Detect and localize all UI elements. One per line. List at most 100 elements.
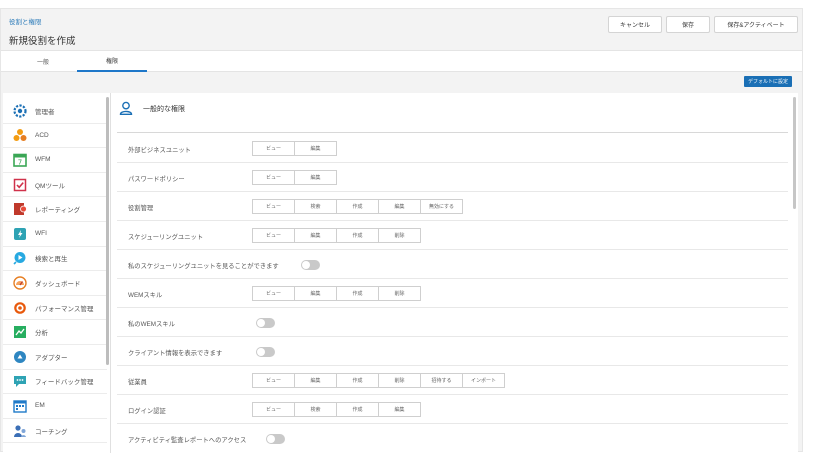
- permission-label: 従業員: [128, 379, 147, 386]
- sidebar-item-coaching[interactable]: コーチング: [3, 419, 107, 444]
- acd-icon: [12, 127, 28, 143]
- dashboard-icon: [12, 275, 28, 291]
- adapter-icon: [12, 349, 28, 365]
- search-button[interactable]: 検索: [294, 199, 337, 214]
- permissions-panel: 一般的な権限 外部ビジネスユニット ビュー 編集 パスワードポリシー ビュー 編…: [111, 93, 798, 453]
- sidebar-item-dashboard[interactable]: ダッシュボード: [3, 271, 107, 296]
- calendar-icon: 7: [12, 152, 28, 168]
- permission-row-my-wem-skills: 私のWEMスキル: [117, 308, 788, 337]
- view-button[interactable]: ビュー: [252, 373, 295, 388]
- permission-label: アクティビティ監査レポートへのアクセス: [128, 437, 247, 444]
- sidebar-item-admin[interactable]: 管理者: [3, 99, 107, 124]
- my-scheduling-units-toggle[interactable]: [301, 260, 320, 270]
- report-icon: [12, 201, 28, 217]
- app-frame: 役割と権限 新規役割を作成 キャンセル 保存 保存&アクティベート 一般 権限 …: [0, 8, 803, 453]
- permission-buttons: ビュー 編集 作成 削除: [252, 228, 421, 243]
- permission-row-role-management: 役割管理 ビュー 検索 作成 編集 無効にする: [117, 192, 788, 221]
- permission-row-employees: 従業員 ビュー 編集 作成 削除 招待する インポート: [117, 366, 788, 395]
- section-header: 一般的な権限: [119, 101, 185, 117]
- permission-row-my-scheduling-units: 私のスケジューリングユニットを見ることができます: [117, 250, 788, 279]
- sidebar-item-label: パフォーマンス管理: [35, 305, 94, 313]
- save-button[interactable]: 保存: [666, 16, 710, 33]
- sidebar-item-wfm[interactable]: 7 WFM: [3, 148, 107, 173]
- sidebar-item-wfi[interactable]: WFI: [3, 222, 107, 247]
- coaching-icon: [12, 423, 28, 439]
- create-button[interactable]: 作成: [336, 286, 379, 301]
- cancel-button[interactable]: キャンセル: [608, 16, 662, 33]
- tab-permissions[interactable]: 権限: [77, 51, 147, 72]
- permission-label: 外部ビジネスユニット: [128, 147, 191, 154]
- permission-buttons: ビュー 検索 作成 編集 無効にする: [252, 199, 463, 214]
- delete-button[interactable]: 削除: [378, 373, 421, 388]
- sidebar-item-performance[interactable]: パフォーマンス管理: [3, 296, 107, 321]
- analytics-icon: [12, 324, 28, 340]
- create-button[interactable]: 作成: [336, 199, 379, 214]
- sidebar-item-label: EM: [35, 402, 45, 410]
- page-title: 新規役割を作成: [9, 36, 76, 47]
- edit-button[interactable]: 編集: [378, 402, 421, 417]
- delete-button[interactable]: 削除: [378, 228, 421, 243]
- view-button[interactable]: ビュー: [252, 286, 295, 301]
- permission-label: クライアント情報を表示できます: [128, 350, 223, 357]
- view-button[interactable]: ビュー: [252, 170, 295, 185]
- target-icon: [12, 300, 28, 316]
- sidebar-item-reporting[interactable]: レポーティング: [3, 197, 107, 222]
- view-button[interactable]: ビュー: [252, 228, 295, 243]
- create-button[interactable]: 作成: [336, 373, 379, 388]
- sidebar-item-em[interactable]: EM: [3, 394, 107, 419]
- sidebar-item-analytics[interactable]: 分析: [3, 320, 107, 345]
- edit-button[interactable]: 編集: [294, 170, 337, 185]
- invite-button[interactable]: 招待する: [420, 373, 463, 388]
- permission-label: ログイン認証: [128, 408, 166, 415]
- sidebar-item-label: QMツール: [35, 182, 65, 190]
- save-and-activate-button[interactable]: 保存&アクティベート: [714, 16, 798, 33]
- edit-button[interactable]: 編集: [294, 141, 337, 156]
- permission-row-password-policy: パスワードポリシー ビュー 編集: [117, 163, 788, 192]
- create-button[interactable]: 作成: [336, 402, 379, 417]
- search-button[interactable]: 検索: [294, 402, 337, 417]
- permission-label: 私のスケジューリングユニットを見ることができます: [128, 263, 279, 270]
- edit-button[interactable]: 編集: [294, 286, 337, 301]
- client-info-toggle[interactable]: [256, 347, 275, 357]
- feedback-icon: [12, 373, 28, 389]
- import-button[interactable]: インポート: [462, 373, 505, 388]
- tab-bar: 一般 権限: [1, 50, 802, 72]
- view-button[interactable]: ビュー: [252, 141, 295, 156]
- sidebar-item-label: コーチング: [35, 428, 68, 436]
- permission-row-external-business-unit: 外部ビジネスユニット ビュー 編集: [117, 134, 788, 163]
- tab-general[interactable]: 一般: [9, 51, 77, 72]
- top-actions: キャンセル 保存 保存&アクティベート: [608, 16, 798, 33]
- delete-button[interactable]: 削除: [378, 286, 421, 301]
- breadcrumb[interactable]: 役割と権限: [9, 16, 42, 26]
- sidebar-item-label: フィードバック管理: [35, 379, 94, 387]
- edit-button[interactable]: 編集: [294, 373, 337, 388]
- em-icon: [12, 398, 28, 414]
- sidebar-item-qm-tools[interactable]: QMツール: [3, 173, 107, 198]
- disable-button[interactable]: 無効にする: [420, 199, 463, 214]
- sidebar-item-label: アダプター: [35, 354, 68, 362]
- sidebar-item-adapter[interactable]: アダプター: [3, 345, 107, 370]
- section-divider: [117, 132, 788, 133]
- permission-row-client-info: クライアント情報を表示できます: [117, 337, 788, 366]
- activity-audit-toggle[interactable]: [266, 434, 285, 444]
- panel-scrollbar[interactable]: [793, 97, 796, 209]
- permission-label: 役割管理: [128, 205, 154, 212]
- permission-row-login-auth: ログイン認証 ビュー 検索 作成 編集: [117, 395, 788, 424]
- permission-label: パスワードポリシー: [128, 176, 185, 183]
- edit-button[interactable]: 編集: [378, 199, 421, 214]
- sidebar-item-label: 検索と再生: [35, 256, 68, 264]
- set-default-button[interactable]: デフォルトに設定: [744, 76, 792, 87]
- sidebar-item-search-playback[interactable]: 検索と再生: [3, 247, 107, 272]
- sidebar-item-acd[interactable]: ACD: [3, 124, 107, 149]
- sidebar-item-feedback[interactable]: フィードバック管理: [3, 370, 107, 395]
- my-wem-skills-toggle[interactable]: [256, 318, 275, 328]
- sidebar-scrollbar[interactable]: [106, 97, 109, 365]
- permission-buttons: ビュー 編集 作成 削除 招待する インポート: [252, 373, 505, 388]
- edit-button[interactable]: 編集: [294, 228, 337, 243]
- sidebar-item-label: ACD: [35, 131, 49, 139]
- create-button[interactable]: 作成: [336, 228, 379, 243]
- view-button[interactable]: ビュー: [252, 199, 295, 214]
- permission-buttons: ビュー 編集: [252, 170, 337, 185]
- permission-row-wem-skills: WEMスキル ビュー 編集 作成 削除: [117, 279, 788, 308]
- view-button[interactable]: ビュー: [252, 402, 295, 417]
